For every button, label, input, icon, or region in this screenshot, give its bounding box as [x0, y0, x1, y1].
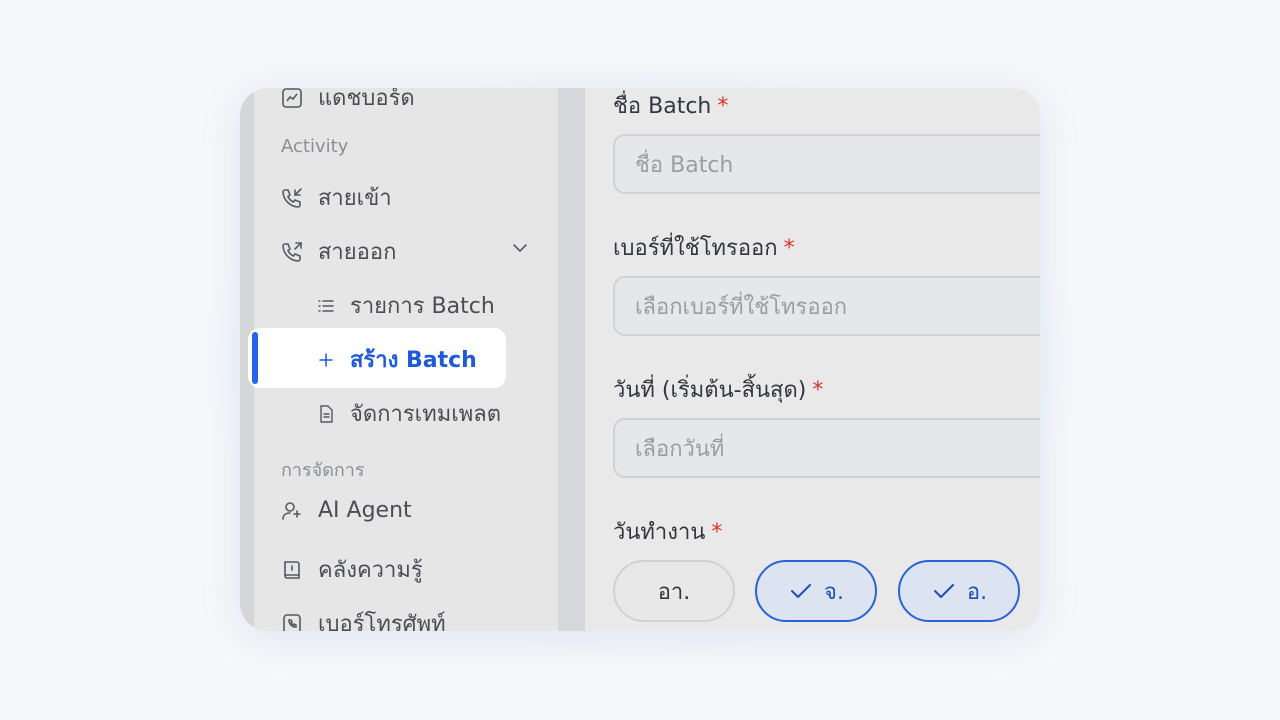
sidebar-item-ai-agent[interactable]: AI Agent [280, 498, 412, 523]
date-range-label: วันที่ (เริ่มต้น-สิ้นสุด) * [613, 378, 824, 403]
required-asterisk: * [812, 378, 824, 403]
required-asterisk: * [717, 94, 729, 119]
plus-icon [316, 350, 336, 370]
document-icon [316, 404, 336, 424]
user-sparkle-icon [280, 499, 304, 523]
active-item-marker [252, 332, 258, 384]
sidebar-subitem-label: รายการ Batch [350, 294, 495, 319]
phone-incoming-icon [280, 186, 304, 210]
sidebar-item-incoming[interactable]: สายเข้า [280, 180, 392, 215]
required-asterisk: * [711, 520, 723, 545]
day-label: จ. [824, 579, 844, 605]
input-placeholder: เลือกเบอร์ที่ใช้โทรออก [635, 294, 848, 320]
batch-name-input[interactable]: ชื่อ Batch [613, 134, 1040, 194]
book-icon [280, 558, 304, 582]
sidebar-subitem-batch-list[interactable]: รายการ Batch [316, 288, 495, 323]
phone-outgoing-icon [280, 240, 304, 264]
sidebar-item-label: สายเข้า [318, 186, 392, 211]
sidebar-subitem-manage-templates[interactable]: จัดการเทมเพลต [316, 396, 501, 431]
input-placeholder: ชื่อ Batch [635, 152, 734, 178]
sidebar-subitem-label: จัดการเทมเพลต [350, 402, 501, 427]
check-icon [931, 578, 957, 604]
workdays-label: วันทำงาน * [613, 520, 723, 545]
app-window: แดชบอร์ด Activity สายเข้า สายออก รายการ … [240, 88, 1040, 631]
list-icon [316, 296, 336, 316]
sidebar-item-label: แดชบอร์ด [318, 88, 415, 111]
sidebar-item-outgoing[interactable]: สายออก [280, 234, 396, 269]
sidebar-item-label: เบอร์โทรศัพท์ [318, 612, 446, 631]
date-range-picker[interactable]: เลือกวันที่ [613, 418, 1040, 478]
day-toggle-monday[interactable]: จ. [755, 560, 877, 622]
day-toggle-sunday[interactable]: อา. [613, 560, 735, 622]
chevron-down-icon[interactable] [510, 238, 530, 258]
required-asterisk: * [783, 236, 795, 261]
sidebar-item-phone-numbers[interactable]: เบอร์โทรศัพท์ [280, 606, 446, 631]
panel-divider [558, 88, 585, 631]
batch-name-label: ชื่อ Batch * [613, 94, 729, 119]
day-label: อา. [657, 579, 691, 605]
sidebar-item-dashboard[interactable]: แดชบอร์ด [280, 88, 415, 115]
chart-icon [280, 88, 304, 110]
sidebar-item-knowledge[interactable]: คลังความรู้ [280, 552, 423, 587]
sidebar-item-label: สายออก [318, 240, 397, 265]
day-label: อ. [966, 579, 988, 605]
phone-book-icon [280, 612, 304, 631]
sidebar-item-label: คลังความรู้ [318, 558, 423, 583]
sidebar: แดชบอร์ด Activity สายเข้า สายออก รายการ … [240, 88, 558, 631]
sidebar-subitem-create-batch[interactable]: สร้าง Batch [316, 342, 477, 377]
outbound-number-select[interactable]: เลือกเบอร์ที่ใช้โทรออก [613, 276, 1040, 336]
section-label-management: การจัดการ [281, 460, 365, 481]
input-placeholder: เลือกวันที่ [635, 436, 725, 462]
section-label-activity: Activity [281, 136, 349, 157]
check-icon [788, 578, 814, 604]
create-batch-form: ชื่อ Batch * ชื่อ Batch เบอร์ที่ใช้โทรออก… [585, 88, 1040, 631]
sidebar-item-label: AI Agent [318, 498, 412, 523]
sidebar-subitem-label: สร้าง Batch [350, 348, 477, 373]
outbound-number-label: เบอร์ที่ใช้โทรออก * [613, 236, 795, 261]
day-toggle-tuesday[interactable]: อ. [898, 560, 1020, 622]
